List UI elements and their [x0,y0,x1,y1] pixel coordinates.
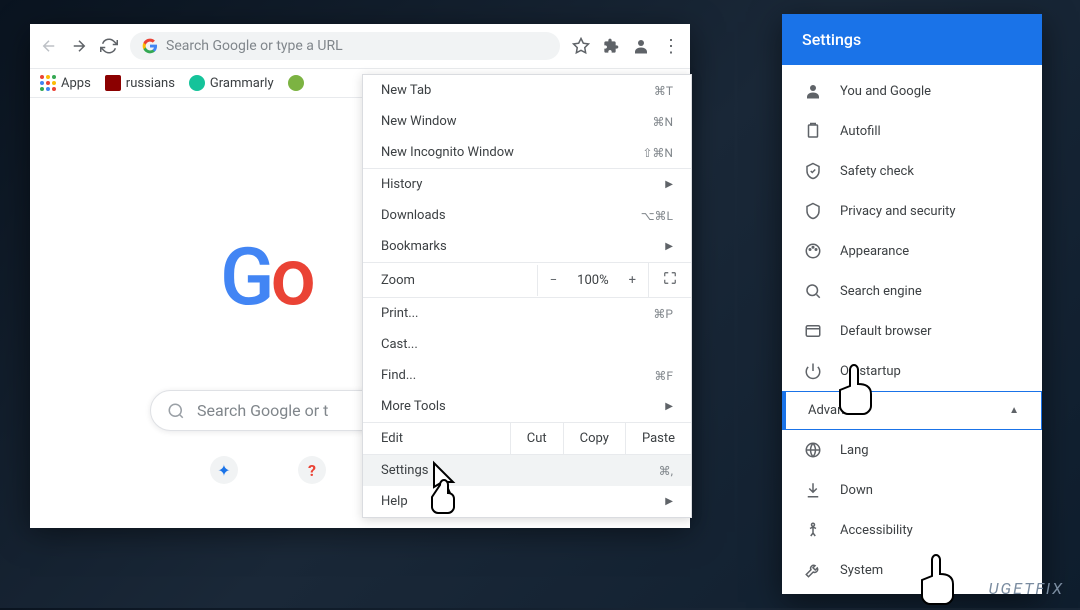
apps-icon [40,75,56,91]
settings-list: You and Google Autofill Safety check Pri… [782,65,1042,594]
menu-new-incognito[interactable]: New Incognito Window ⇧⌘N [363,137,691,168]
bookmark-russians[interactable]: russians [105,75,175,91]
settings-item-appearance[interactable]: Appearance [782,231,1042,271]
favicon-russians [105,75,121,91]
apps-label: Apps [61,76,91,91]
bookmark-other[interactable] [288,75,304,91]
menu-help[interactable]: Help ▶ [363,486,691,517]
settings-item-default-browser[interactable]: Default browser [782,311,1042,351]
shortcut-2[interactable]: ? [298,456,326,484]
settings-item-search-engine[interactable]: Search engine [782,271,1042,311]
menu-settings[interactable]: Settings ⌘, [363,455,691,486]
menu-cast[interactable]: Cast... [363,329,691,360]
edit-label: Edit [363,423,510,454]
menu-bookmarks[interactable]: Bookmarks ▶ [363,231,691,262]
extensions-icon[interactable] [602,37,620,55]
shield-icon [804,202,822,220]
settings-item-privacy[interactable]: Privacy and security [782,191,1042,231]
menu-edit-row: Edit Cut Copy Paste [363,422,691,455]
wrench-icon [804,561,822,579]
shield-check-icon [804,162,822,180]
browser-toolbar: Search Google or type a URL ⋮ [30,24,690,69]
bookmark-star-icon[interactable] [572,37,590,55]
settings-item-accessibility[interactable]: Accessibility [782,510,1042,550]
cut-button[interactable]: Cut [510,423,563,454]
menu-new-tab[interactable]: New Tab ⌘T [363,75,691,106]
accessibility-icon [804,521,822,539]
settings-title: Settings [782,14,1042,65]
chevron-right-icon: ▶ [665,496,673,507]
copy-button[interactable]: Copy [563,423,625,454]
zoom-label: Zoom [363,265,537,296]
chrome-menu-button[interactable]: ⋮ [662,36,680,57]
settings-item-autofill[interactable]: Autofill [782,111,1042,151]
menu-more-tools[interactable]: More Tools ▶ [363,391,691,422]
menu-find[interactable]: Find... ⌘F [363,360,691,391]
apps-shortcut[interactable]: Apps [40,75,91,91]
address-placeholder: Search Google or type a URL [166,38,343,54]
back-button[interactable] [40,37,58,55]
settings-item-downloads[interactable]: Down [782,470,1042,510]
chevron-up-icon: ▲ [1009,405,1019,416]
settings-item-on-startup[interactable]: On startup [782,351,1042,391]
profile-icon[interactable] [632,37,650,55]
favicon-grammarly [189,75,205,91]
paste-button[interactable]: Paste [625,423,691,454]
fullscreen-button[interactable] [648,263,691,297]
settings-item-languages[interactable]: Lang [782,430,1042,470]
forward-button[interactable] [70,37,88,55]
watermark: UGETFIX [988,579,1064,598]
reload-button[interactable] [100,37,118,55]
power-icon [804,362,822,380]
search-placeholder: Search Google or t [197,401,328,420]
settings-sidebar-panel: Settings You and Google Autofill Safety … [782,14,1042,594]
google-logo: Go [220,230,312,324]
settings-item-you-and-google[interactable]: You and Google [782,71,1042,111]
search-icon [167,402,185,420]
menu-history[interactable]: History ▶ [363,169,691,200]
zoom-value: 100% [569,265,616,296]
shortcut-1[interactable]: ✦ [210,456,238,484]
menu-new-window[interactable]: New Window ⌘N [363,106,691,137]
palette-icon [804,242,822,260]
google-icon [142,38,158,54]
menu-downloads[interactable]: Downloads ⌥⌘L [363,200,691,231]
clipboard-icon [804,122,822,140]
search-icon [804,282,822,300]
globe-icon [804,441,822,459]
zoom-in-button[interactable]: + [617,265,648,296]
browser-icon [804,322,822,340]
settings-item-safety-check[interactable]: Safety check [782,151,1042,191]
zoom-out-button[interactable]: − [538,265,569,296]
download-icon [804,481,822,499]
favicon-other [288,75,304,91]
menu-print[interactable]: Print... ⌘P [363,298,691,329]
ntp-shortcuts: ✦ ? [210,456,326,484]
menu-zoom-row: Zoom − 100% + [363,262,691,298]
settings-item-advanced[interactable]: Advanced ▲ [782,391,1042,430]
bookmark-grammarly[interactable]: Grammarly [189,75,274,91]
person-icon [804,82,822,100]
address-bar[interactable]: Search Google or type a URL [130,32,560,60]
chevron-right-icon: ▶ [665,179,673,190]
chevron-right-icon: ▶ [665,401,673,412]
chevron-right-icon: ▶ [665,241,673,252]
chrome-menu-dropdown: New Tab ⌘T New Window ⌘N New Incognito W… [362,74,692,518]
